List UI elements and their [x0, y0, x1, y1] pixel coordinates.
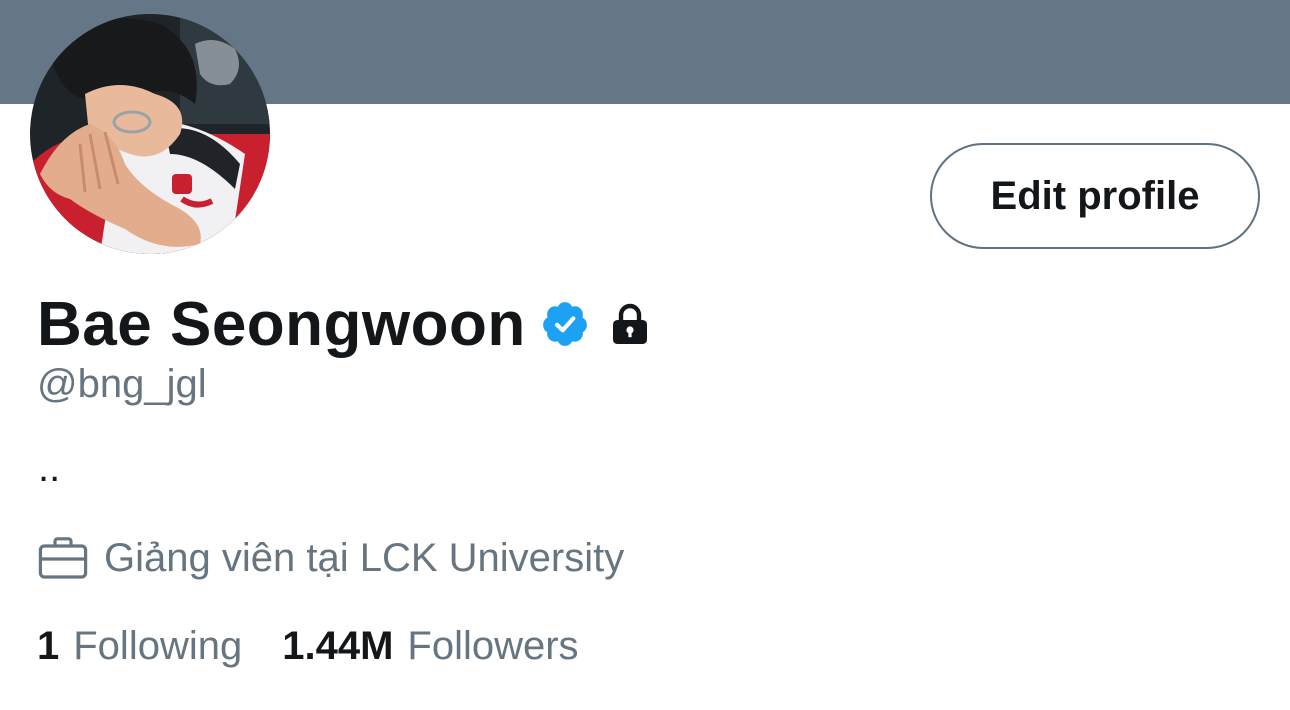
job-text: Giảng viên tại LCK University [104, 535, 625, 580]
following-link[interactable]: 1 Following [37, 624, 242, 669]
name-row: Bae Seongwoon [37, 288, 654, 360]
avatar-photo [30, 14, 270, 254]
edit-profile-button[interactable]: Edit profile [930, 143, 1260, 249]
briefcase-icon [38, 536, 88, 580]
followers-count: 1.44M [282, 623, 394, 668]
verified-badge-icon [540, 299, 590, 349]
follow-stats: 1 Following 1.44M Followers [37, 618, 579, 674]
followers-link[interactable]: 1.44M Followers [282, 624, 578, 669]
following-label: Following [73, 623, 243, 668]
display-name: Bae Seongwoon [37, 289, 526, 359]
profile-job: Giảng viên tại LCK University [38, 530, 624, 586]
avatar[interactable] [30, 14, 270, 254]
followers-label: Followers [407, 623, 579, 668]
profile-bio: .. [38, 446, 61, 490]
lock-icon [606, 300, 654, 348]
profile-handle: @bng_jgl [37, 362, 207, 406]
following-count: 1 [37, 623, 60, 668]
profile-page: Edit profile Bae Seongwoon @bng_jgl .. G… [0, 0, 1290, 710]
